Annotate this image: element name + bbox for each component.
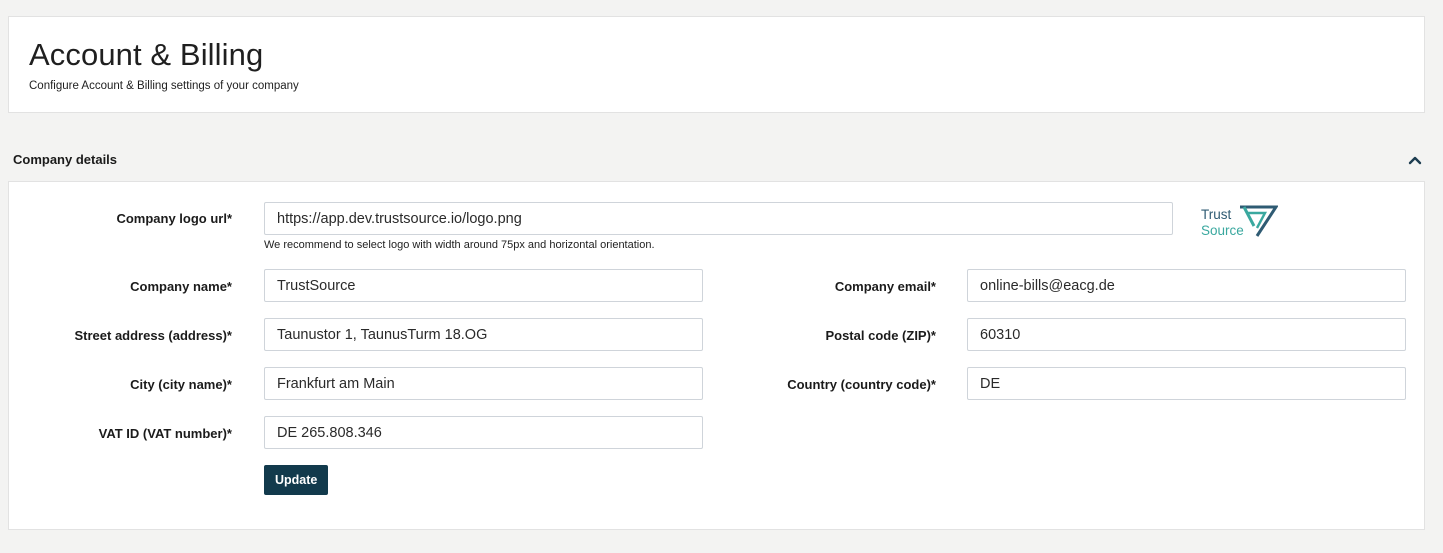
street-address-input[interactable] [264,318,703,351]
page-title: Account & Billing [29,37,264,72]
postal-code-label: Postal code (ZIP)* [825,328,936,343]
update-button[interactable]: Update [264,465,329,495]
vat-id-input[interactable] [264,416,703,449]
city-label: City (city name)* [130,377,232,392]
page-subtitle: Configure Account & Billing settings of … [29,80,299,92]
logo-text-trust: Trust [1201,207,1232,222]
company-logo-preview: Trust Source [1201,202,1281,242]
company-details-section-header[interactable]: Company details [0,142,1443,180]
street-address-label: Street address (address)* [74,328,232,343]
company-details-form: Company logo url* We recommend to select… [8,181,1425,530]
company-logo-url-label: Company logo url* [116,211,232,226]
postal-code-input[interactable] [967,318,1406,351]
company-logo-url-input[interactable] [264,202,1173,235]
company-name-label: Company name* [130,279,232,294]
country-input[interactable] [967,367,1406,400]
chevron-up-icon[interactable] [1408,154,1422,166]
company-name-input[interactable] [264,269,703,302]
section-title: Company details [13,152,118,167]
city-input[interactable] [264,367,703,400]
logo-url-hint: We recommend to select logo with width a… [264,239,655,251]
vat-id-label: VAT ID (VAT number)* [98,426,232,441]
page-header: Account & Billing Configure Account & Bi… [8,16,1425,113]
country-label: Country (country code)* [787,377,936,392]
company-email-input[interactable] [967,269,1406,302]
company-email-label: Company email* [834,279,936,294]
triangle-logo-mark-icon [1240,205,1278,237]
